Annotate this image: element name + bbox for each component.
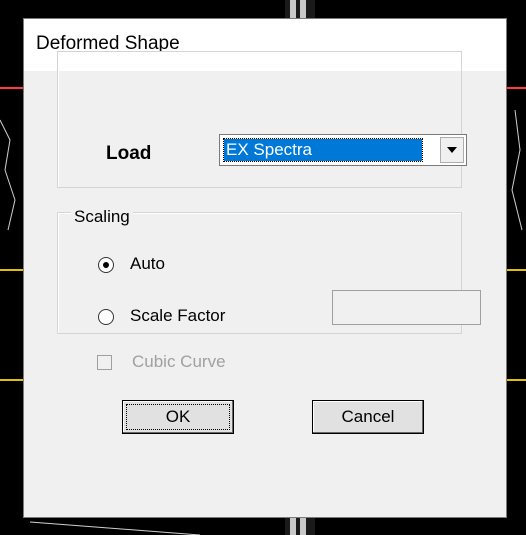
load-case-dropdown[interactable]: EX Spectra xyxy=(219,134,467,166)
load-groupbox xyxy=(57,51,462,188)
deformed-shape-dialog: Deformed Shape Load EX Spectra Scaling A… xyxy=(23,18,507,518)
scaling-group-title: Scaling xyxy=(71,207,133,227)
ok-button[interactable]: OK xyxy=(122,400,234,434)
focus-rectangle xyxy=(126,404,230,430)
cubic-curve-label: Cubic Curve xyxy=(132,352,226,371)
scale-factor-input[interactable] xyxy=(332,290,481,325)
cancel-button-label: Cancel xyxy=(341,407,395,426)
dropdown-arrow-button[interactable] xyxy=(440,137,464,163)
chevron-down-icon xyxy=(447,147,457,153)
load-case-selected-value: EX Spectra xyxy=(223,138,423,162)
cancel-button[interactable]: Cancel xyxy=(312,400,424,434)
auto-radio-label[interactable]: Auto xyxy=(130,254,165,274)
auto-radio[interactable] xyxy=(98,257,114,273)
cubic-curve-checkbox[interactable] xyxy=(97,355,112,370)
load-label: Load xyxy=(106,143,152,164)
scale-factor-radio[interactable] xyxy=(98,309,114,325)
scale-factor-radio-label[interactable]: Scale Factor xyxy=(130,306,225,326)
